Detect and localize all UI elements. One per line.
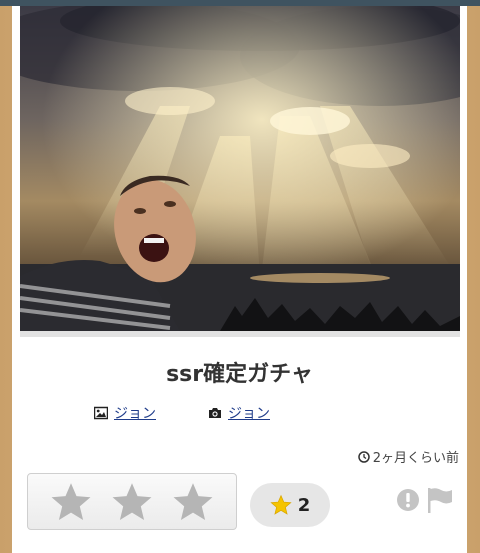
image-credit: ジョン [94,403,156,423]
star-icon [270,494,292,515]
post-card: ssr確定ガチャ ジョン ジョン 2ヶ月くらい前 2 [12,6,467,553]
rating-box [27,473,237,530]
rating-star-3[interactable] [171,480,215,524]
image-icon [94,406,108,420]
posted-time-text: 2ヶ月くらい前 [372,451,459,466]
favorite-button[interactable]: 2 [250,483,330,527]
photo-author-link[interactable]: ジョン [228,403,270,423]
clock-icon [357,450,370,463]
post-title: ssr確定ガチャ [166,362,313,387]
camera-icon [209,408,221,418]
report-icon[interactable] [396,488,420,512]
photo-credit: ジョン [208,403,270,423]
favorite-count: 2 [297,494,311,516]
rating-star-2[interactable] [110,480,154,524]
rating-star-1[interactable] [49,480,93,524]
post-photo-image [20,6,460,331]
image-author-link[interactable]: ジョン [114,403,156,423]
flag-icon[interactable] [426,487,454,513]
post-photo[interactable] [20,6,460,331]
posted-time: 2ヶ月くらい前 [357,447,459,466]
photo-divider [20,331,460,337]
